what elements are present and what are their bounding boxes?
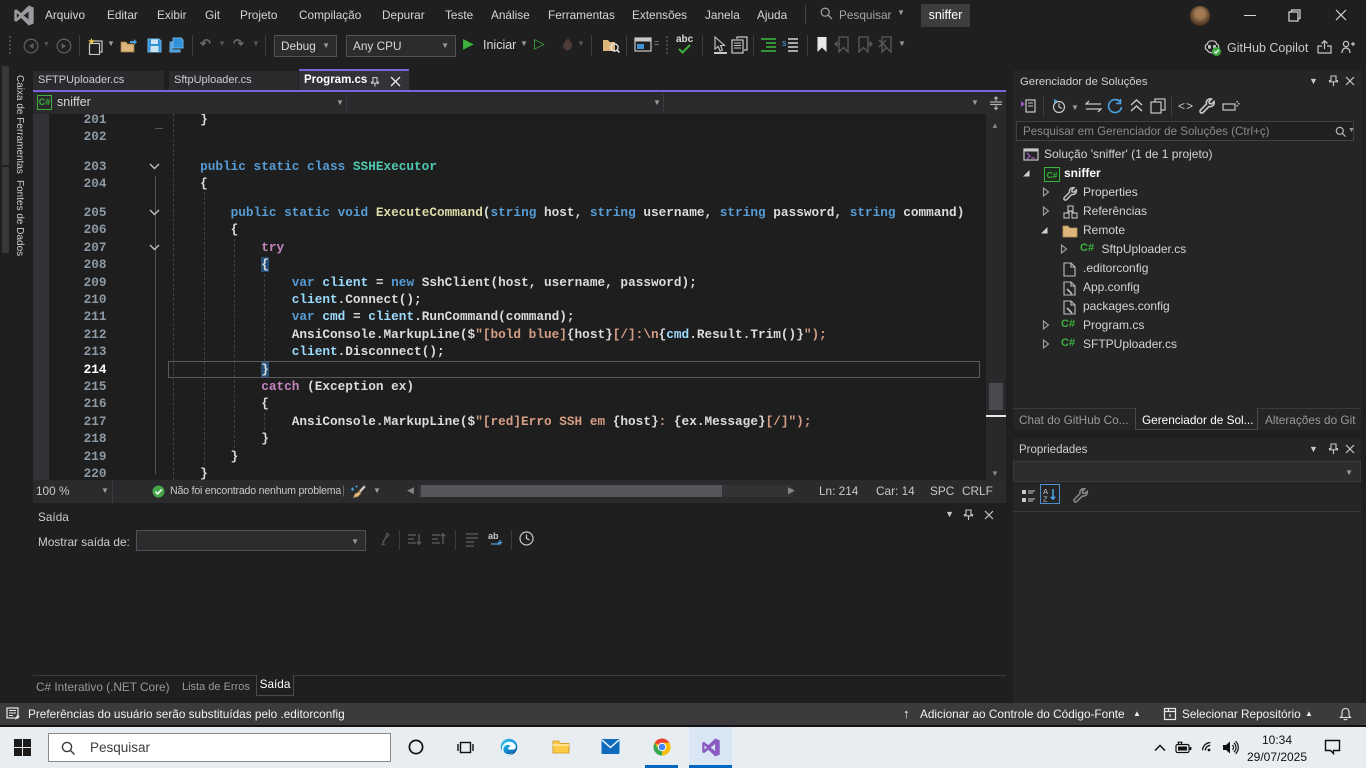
svg-text:ab: ab: [488, 531, 499, 541]
svg-text:Z: Z: [1043, 495, 1048, 503]
svg-text:s: s: [782, 38, 787, 48]
